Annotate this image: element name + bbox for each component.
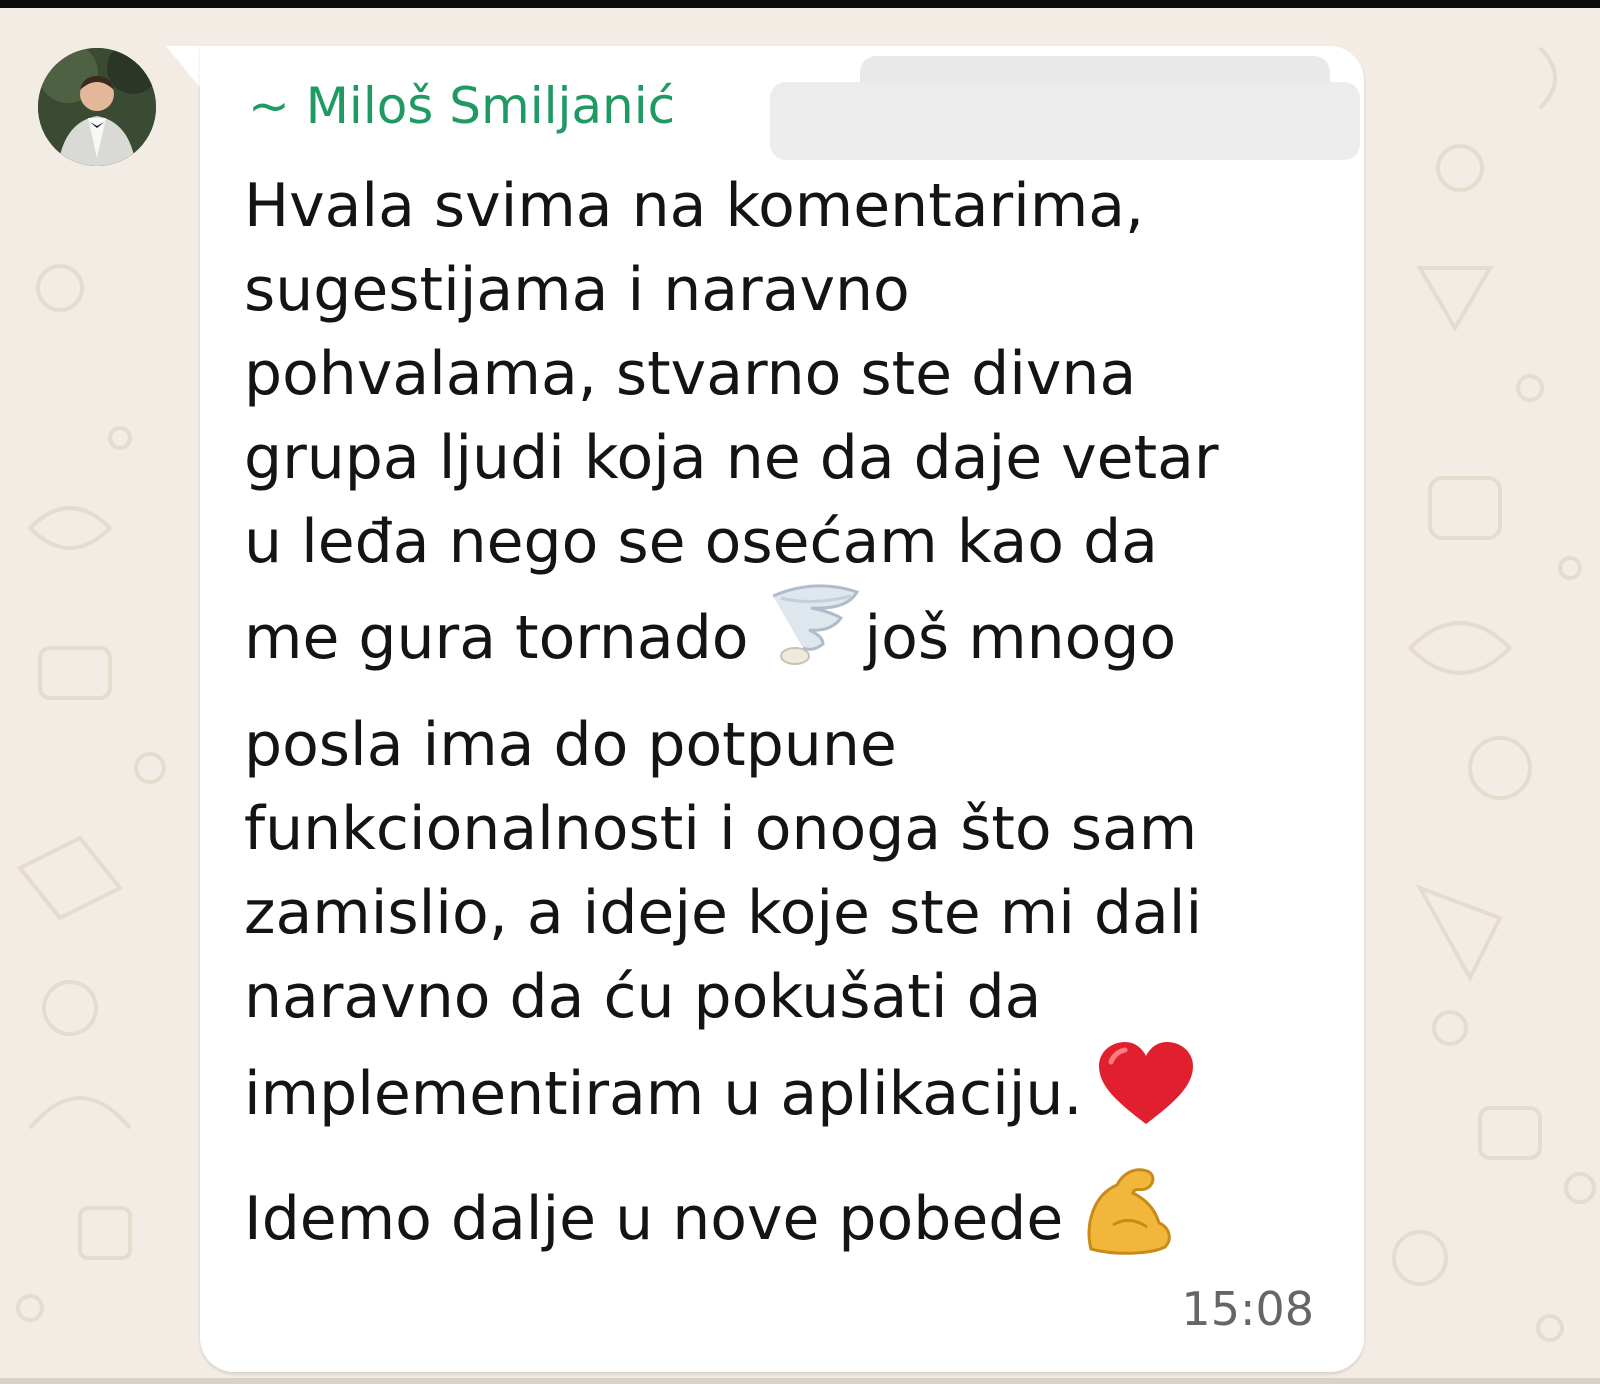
message-line-part: Idemo dalje u nove pobede [244, 1184, 1064, 1254]
message-bubble[interactable]: ~ Miloš Smiljanić Hvala svima na komenta… [200, 46, 1364, 1372]
message-line-with-emoji: Idemo dalje u nove pobede [244, 1163, 1334, 1291]
message-line: sugestijama i naravno [244, 255, 910, 325]
message-line-part: još mnogo [864, 603, 1177, 673]
message-line: Hvala svima na komentarima, [244, 171, 1145, 241]
message-line: u leđa nego se osećam kao da [244, 507, 1158, 577]
message-line: naravno da ću pokušati da [244, 962, 1042, 1032]
message-line: zamislio, a ideje koje ste mi dali [244, 878, 1203, 948]
red-heart-emoji [1097, 1040, 1195, 1163]
message-line-part: implementiram u aplikaciju. [244, 1059, 1083, 1129]
bubble-tail [166, 46, 202, 90]
message-text: Hvala svima na komentarima, sugestijama … [244, 164, 1334, 1291]
message-line: pohvalama, stvarno ste divna [244, 339, 1137, 409]
redacted-phone-number [770, 56, 1360, 160]
message-line: grupa ljudi koja ne da daje vetar [244, 423, 1219, 493]
avatar[interactable] [38, 48, 156, 166]
message-line-with-emoji: implementiram u aplikaciju. [244, 1039, 1334, 1163]
message-line-with-emoji: me gura tornado još mnogo [244, 584, 1334, 699]
message-line: posla ima do potpune [244, 710, 897, 780]
tornado-emoji [767, 584, 859, 699]
flexed-biceps-emoji [1083, 1165, 1175, 1291]
message-line-part: me gura tornado [244, 603, 749, 673]
message-timestamp: 15:08 [1181, 1282, 1314, 1336]
message-line: funkcionalnosti i onoga što sam [244, 794, 1198, 864]
top-edge [0, 0, 1600, 8]
avatar-image [38, 48, 156, 166]
sender-name[interactable]: ~ Miloš Smiljanić [248, 76, 675, 136]
bottom-edge [0, 1378, 1600, 1384]
